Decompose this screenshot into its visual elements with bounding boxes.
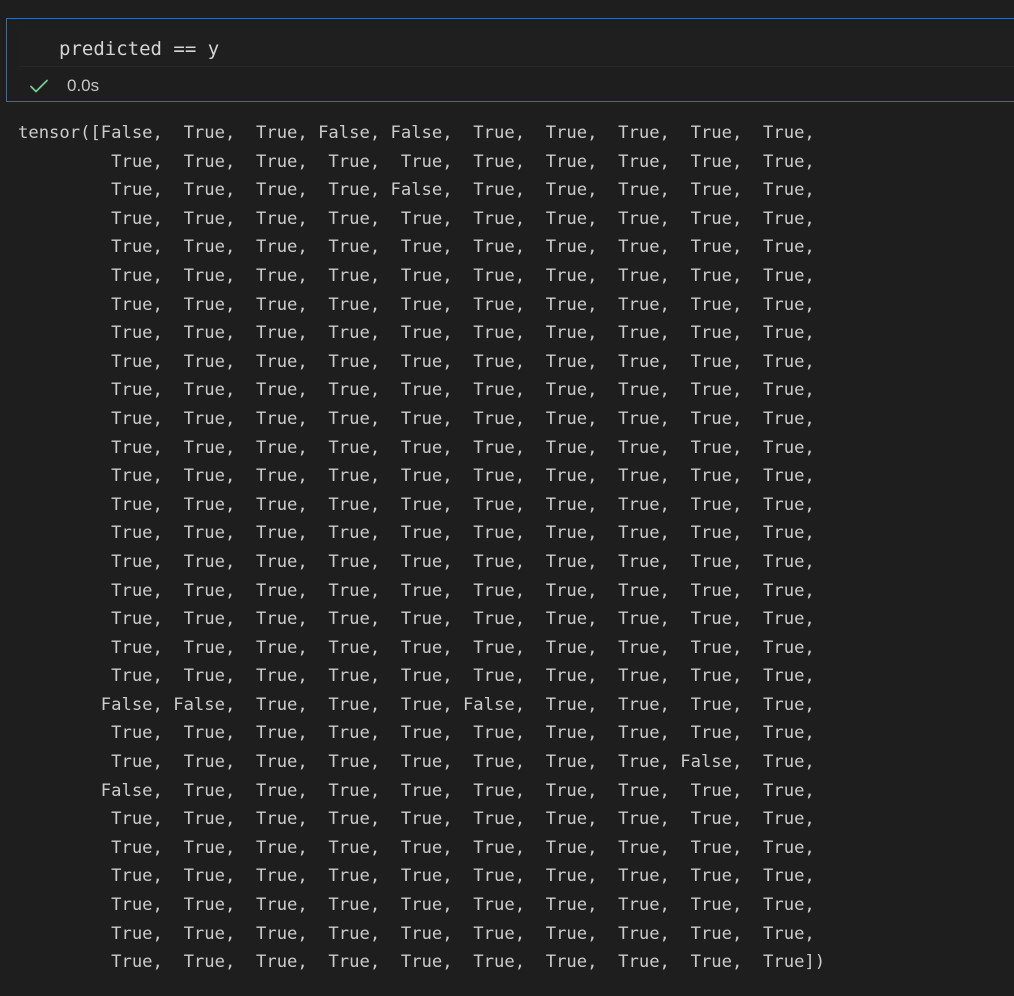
output-line: True, True, True, True, True, True, True… [18, 866, 815, 887]
output-line: True, True, True, True, True, True, True… [18, 351, 815, 372]
cell-output: tensor([False, True, True, False, False,… [18, 119, 1008, 989]
output-line: True, True, True, True, True, True, True… [18, 895, 815, 916]
check-icon [29, 76, 49, 96]
output-line: True, True, True, True, True, True, True… [18, 723, 815, 744]
output-line: True, True, True, True, True, True, True… [18, 551, 815, 572]
output-line: True, True, True, True, True, True, True… [18, 294, 815, 315]
output-line: True, True, True, True, True, True, True… [18, 523, 815, 544]
output-line: True, True, True, True, True, True, True… [18, 208, 815, 229]
execution-time: 0.0s [67, 76, 100, 95]
output-line: True, True, True, True, True, True, True… [18, 923, 815, 944]
code-line[interactable]: predicted == y [59, 38, 219, 60]
output-line: True, True, True, True, True, True, True… [18, 837, 815, 858]
output-line: True, True, True, True, True, True, True… [18, 752, 815, 773]
output-line: True, True, True, True, True, True, True… [18, 151, 815, 172]
output-text: tensor([False, True, True, False, False,… [18, 119, 1008, 977]
output-line: True, True, True, True, True, True, True… [18, 952, 826, 973]
execution-status: 0.0s [29, 75, 99, 97]
output-line: False, True, True, True, True, True, Tru… [18, 780, 815, 801]
output-line: True, True, True, True, True, True, True… [18, 666, 815, 687]
output-line: True, True, True, True, True, True, True… [18, 580, 815, 601]
notebook-cell[interactable]: predicted == y 0.0s [6, 18, 1014, 102]
output-line: True, True, True, True, True, True, True… [18, 237, 815, 258]
output-line: True, True, True, True, True, True, True… [18, 265, 815, 286]
output-line: True, True, True, True, True, True, True… [18, 637, 815, 658]
output-line: True, True, True, True, True, True, True… [18, 494, 815, 515]
output-line: True, True, True, True, True, True, True… [18, 323, 815, 344]
code-editor[interactable]: predicted == y [19, 29, 1014, 67]
output-line: False, False, True, True, True, False, T… [18, 694, 815, 715]
output-line: True, True, True, True, True, True, True… [18, 466, 815, 487]
output-line: tensor([False, True, True, False, False,… [18, 123, 815, 143]
output-line: True, True, True, True, True, True, True… [18, 437, 815, 458]
output-line: True, True, True, True, True, True, True… [18, 408, 815, 429]
output-line: True, True, True, True, False, True, Tru… [18, 180, 815, 201]
output-line: True, True, True, True, True, True, True… [18, 809, 815, 830]
output-line: True, True, True, True, True, True, True… [18, 609, 815, 630]
output-line: True, True, True, True, True, True, True… [18, 380, 815, 401]
